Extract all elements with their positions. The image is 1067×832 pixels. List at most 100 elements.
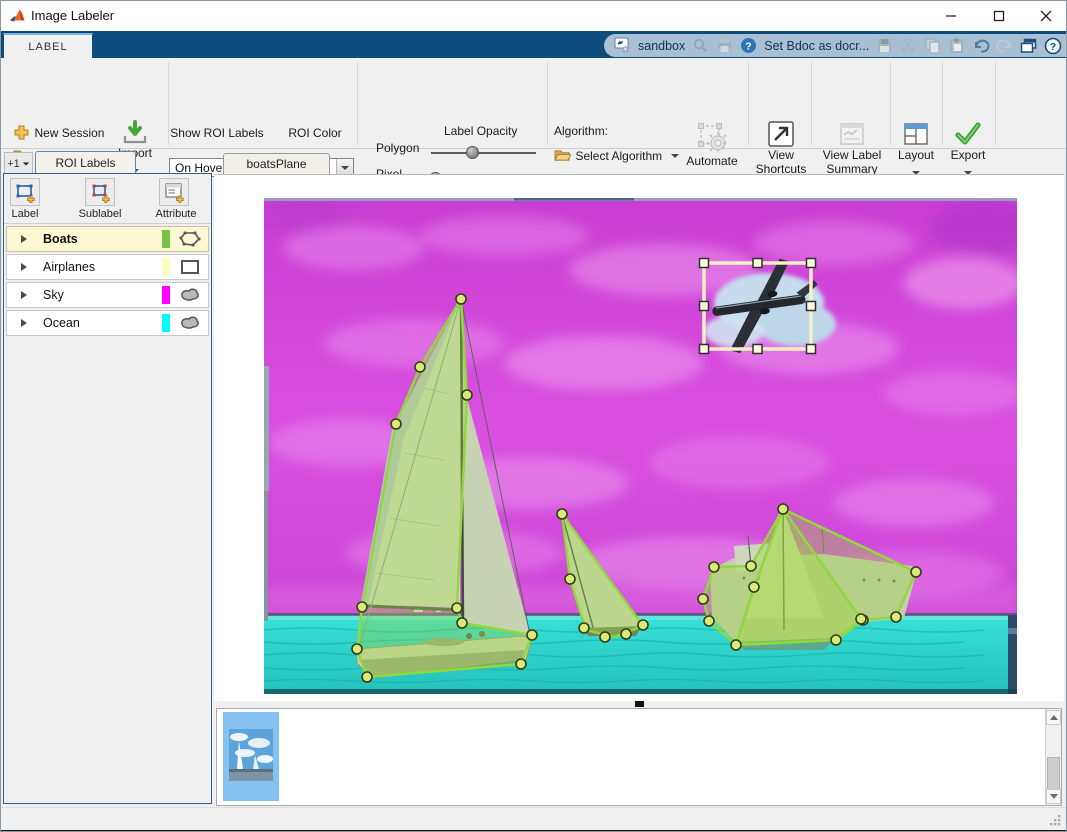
add-label-button[interactable] <box>10 178 40 206</box>
close-button[interactable] <box>1026 1 1066 31</box>
rectangle-shape-icon <box>178 258 202 276</box>
polygon-opacity-label: Polygon <box>376 141 419 155</box>
add-attribute-caption: Attribute <box>146 208 206 220</box>
print-icon[interactable] <box>716 37 733 54</box>
label-color-chip <box>162 286 170 304</box>
view-shortcuts-icon <box>767 120 795 148</box>
splitter-handle[interactable] <box>635 701 644 707</box>
collapsed-tabs-button[interactable]: +1 <box>4 152 33 174</box>
filmstrip-scrollbar[interactable] <box>1045 709 1061 805</box>
ribbon-divider <box>890 62 891 145</box>
minimize-icon <box>945 10 957 22</box>
view-label-summary-button[interactable]: View LabelSummary <box>814 120 890 176</box>
doc-shortcut-label[interactable]: Set Bdoc as docr... <box>764 39 869 53</box>
scroll-down-button[interactable] <box>1046 789 1061 804</box>
view-shortcuts-label1: View <box>768 148 794 162</box>
status-bar <box>1 807 1066 830</box>
tab-label[interactable]: LABEL <box>3 33 93 58</box>
ribbon-divider <box>995 62 996 145</box>
copy-icon <box>924 37 941 54</box>
view-shortcuts-button[interactable]: ViewShortcuts <box>751 120 811 176</box>
label-name: Ocean <box>43 316 162 330</box>
label-row-sky[interactable]: Sky <box>6 282 209 308</box>
help-icon[interactable]: ? <box>1044 37 1061 54</box>
ribbon-divider <box>811 62 812 145</box>
quick-access-toolbar: sandbox ? Set Bdoc as docr... <box>604 34 1066 57</box>
cut-icon <box>900 37 917 54</box>
favorites-icon[interactable] <box>614 37 631 54</box>
triangle-down-icon <box>1050 794 1058 799</box>
export-label: Export <box>945 148 991 162</box>
polygon-slider-thumb[interactable] <box>466 146 479 159</box>
add-sublabel-icon <box>89 181 111 203</box>
algorithm-label: Algorithm: <box>554 124 608 138</box>
add-label-icon <box>14 181 36 203</box>
matlab-logo-icon <box>9 7 27 25</box>
thumbnail-selected[interactable] <box>223 712 279 801</box>
title-bar: Image Labeler <box>1 1 1066 31</box>
ribbon: New Session Open Session Save Session <box>1 58 1066 149</box>
expand-arrow-icon[interactable] <box>21 263 27 271</box>
label-row-ocean[interactable]: Ocean <box>6 310 209 336</box>
label-opacity-header: Label Opacity <box>444 124 517 138</box>
roi-color-label: ROI Color <box>277 126 353 140</box>
show-roi-labels-label: Show ROI Labels <box>169 126 265 140</box>
maximize-icon <box>993 10 1005 22</box>
undo-icon[interactable] <box>972 37 989 54</box>
label-name: Boats <box>43 232 162 246</box>
scroll-up-button[interactable] <box>1046 710 1061 725</box>
maximize-button[interactable] <box>979 1 1019 31</box>
expand-arrow-icon[interactable] <box>21 291 27 299</box>
polygon-shape-icon <box>178 230 202 248</box>
image-browser-strip <box>216 708 1062 806</box>
redo-icon <box>996 37 1013 54</box>
collapsed-tabs-label: +1 <box>7 158 20 170</box>
divider <box>4 223 211 224</box>
new-session-button[interactable]: New Session <box>13 124 104 142</box>
minimize-button[interactable] <box>931 1 971 31</box>
save-icon <box>876 37 893 54</box>
ribbon-divider <box>547 62 548 145</box>
resize-grip-icon[interactable] <box>1048 813 1062 827</box>
workspace-name[interactable]: sandbox <box>638 39 685 53</box>
image-labeler-window: Image Labeler LABEL sandbox <box>0 0 1067 832</box>
pixel-shape-icon <box>178 314 202 332</box>
tab-boatsplane[interactable]: boatsPlane <box>223 153 330 174</box>
ribbon-divider <box>357 62 358 145</box>
label-color-chip <box>162 230 170 248</box>
view-label-summary-label1: View Label <box>823 148 882 162</box>
export-button[interactable]: Export <box>945 120 991 180</box>
add-attribute-button[interactable] <box>159 178 189 206</box>
select-algorithm-folder-icon <box>554 148 571 162</box>
layout-icon <box>902 120 930 148</box>
new-session-icon <box>13 124 30 140</box>
export-icon <box>954 120 982 148</box>
expand-arrow-icon[interactable] <box>21 319 27 327</box>
ribbon-tab-strip: LABEL sandbox ? Set Bdoc as docr... <box>1 31 1066 58</box>
select-algorithm-caret-icon <box>671 154 679 158</box>
polygon-opacity-slider[interactable] <box>431 152 536 154</box>
import-icon <box>122 120 148 146</box>
label-name: Sky <box>43 288 162 302</box>
roi-labels-tab-label: ROI Labels <box>55 156 115 170</box>
label-row-airplanes[interactable]: Airplanes <box>6 254 209 280</box>
label-color-chip <box>162 314 170 332</box>
layout-button[interactable]: Layout <box>893 120 939 180</box>
automate-button[interactable]: Automate <box>684 120 740 168</box>
automate-icon <box>695 120 729 154</box>
select-algorithm-button[interactable]: Select Algorithm <box>554 147 679 165</box>
tab-roi-labels[interactable]: ROI Labels <box>35 151 136 174</box>
automate-label: Automate <box>684 154 740 168</box>
label-color-chip <box>162 258 170 276</box>
chevron-down-icon <box>341 166 349 170</box>
expand-arrow-icon[interactable] <box>21 235 27 243</box>
label-name: Airplanes <box>43 260 162 274</box>
search-icon[interactable] <box>692 37 709 54</box>
add-sublabel-button[interactable] <box>85 178 115 206</box>
help-badge-icon[interactable]: ? <box>740 37 757 54</box>
labeled-image[interactable] <box>264 198 1017 694</box>
scrollbar-thumb[interactable] <box>1047 757 1060 791</box>
select-algorithm-label: Select Algorithm <box>575 149 662 163</box>
windows-cascade-icon[interactable] <box>1020 37 1037 54</box>
label-row-boats[interactable]: Boats <box>6 226 209 252</box>
